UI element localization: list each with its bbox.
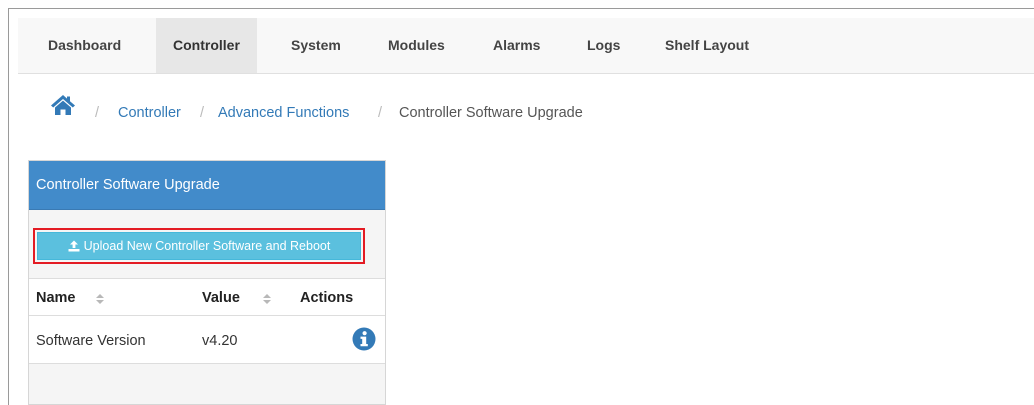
main-navbar: Dashboard Controller System Modules Alar… bbox=[18, 18, 1034, 74]
breadcrumb-controller[interactable]: Controller bbox=[118, 105, 181, 121]
sort-icon[interactable] bbox=[95, 293, 105, 305]
table-row: Software Version v4.20 bbox=[29, 316, 385, 364]
nav-dashboard[interactable]: Dashboard bbox=[31, 18, 138, 73]
nav-system[interactable]: System bbox=[274, 18, 358, 73]
software-upgrade-panel: Controller Software Upgrade Upload New C… bbox=[28, 160, 386, 405]
info-icon[interactable] bbox=[352, 327, 376, 351]
breadcrumb-advanced-functions[interactable]: Advanced Functions bbox=[218, 105, 349, 121]
panel-title: Controller Software Upgrade bbox=[29, 161, 385, 210]
table-header-row: Name Value Actions bbox=[29, 278, 385, 316]
column-header-name[interactable]: Name bbox=[36, 279, 76, 315]
highlight-outline: Upload New Controller Software and Reboo… bbox=[33, 228, 365, 264]
upload-button-label: Upload New Controller Software and Reboo… bbox=[83, 239, 331, 253]
column-header-actions: Actions bbox=[300, 290, 354, 306]
column-header-value[interactable]: Value bbox=[202, 279, 240, 315]
nav-modules[interactable]: Modules bbox=[371, 18, 462, 73]
nav-logs[interactable]: Logs bbox=[570, 18, 637, 73]
nav-alarms[interactable]: Alarms bbox=[476, 18, 557, 73]
sort-icon[interactable] bbox=[262, 293, 272, 305]
breadcrumb-current-page: Controller Software Upgrade bbox=[399, 105, 583, 121]
breadcrumb-separator: / bbox=[378, 105, 383, 121]
row-name: Software Version bbox=[36, 333, 146, 349]
home-icon[interactable] bbox=[50, 94, 76, 116]
row-value: v4.20 bbox=[202, 333, 238, 349]
panel-toolbar: Upload New Controller Software and Reboo… bbox=[29, 210, 385, 278]
upload-software-reboot-button[interactable]: Upload New Controller Software and Reboo… bbox=[37, 232, 361, 260]
nav-shelf-layout[interactable]: Shelf Layout bbox=[648, 18, 766, 73]
breadcrumb-separator: / bbox=[95, 105, 100, 121]
breadcrumb-separator: / bbox=[200, 105, 205, 121]
upload-icon bbox=[68, 240, 80, 252]
nav-controller[interactable]: Controller bbox=[156, 18, 257, 73]
